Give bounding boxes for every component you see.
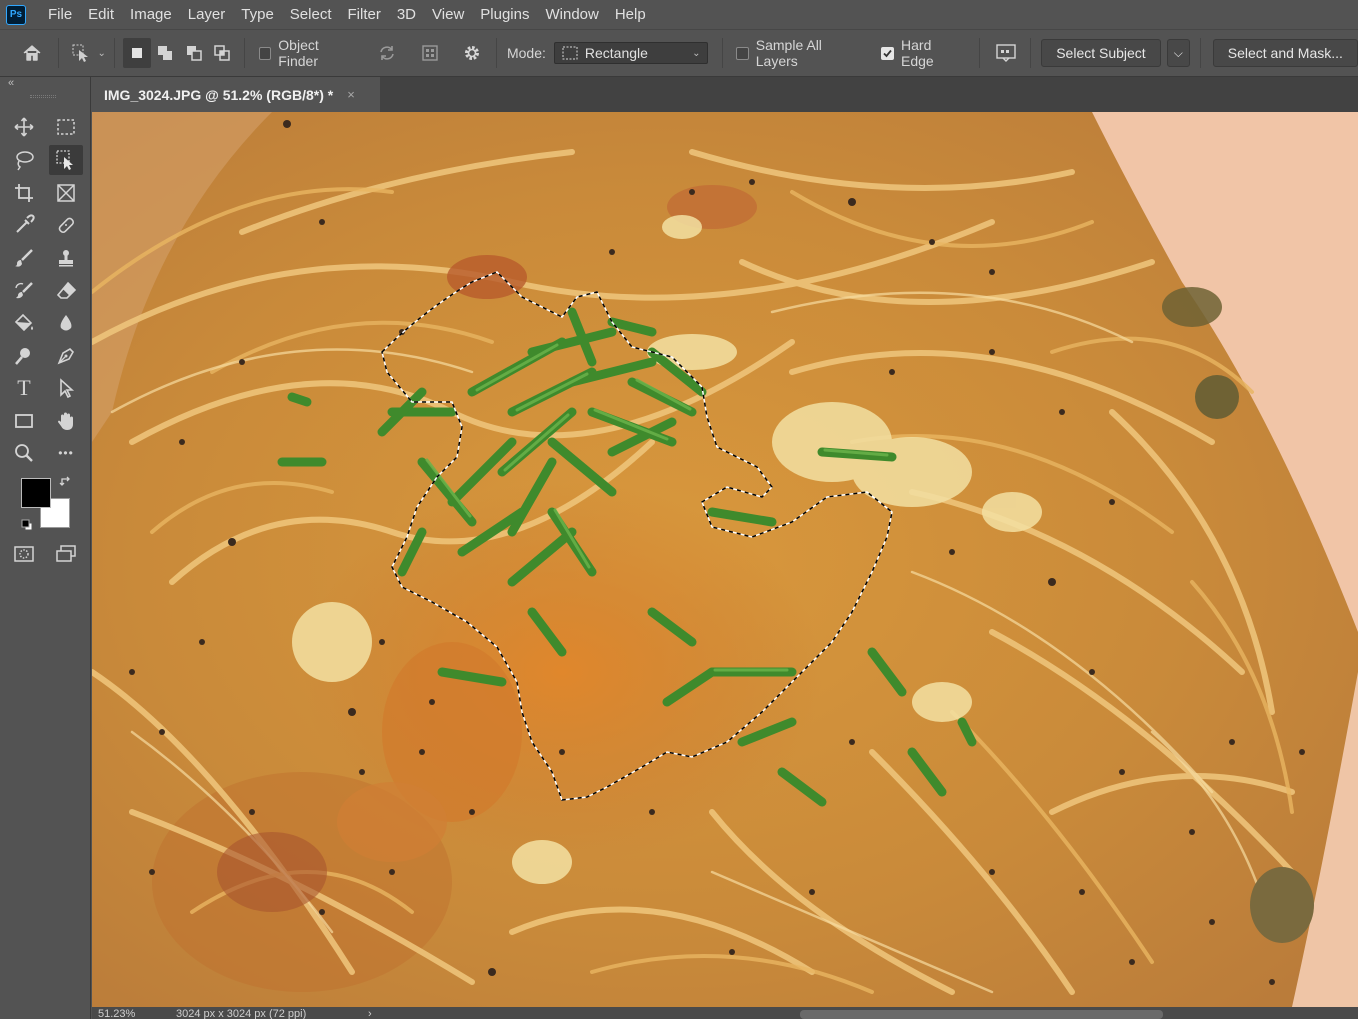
menu-type[interactable]: Type bbox=[233, 0, 282, 29]
menu-plugins[interactable]: Plugins bbox=[472, 0, 537, 29]
rectangle-tool-icon[interactable] bbox=[7, 406, 41, 436]
object-finder-box[interactable] bbox=[258, 46, 272, 60]
menu-window[interactable]: Window bbox=[537, 0, 606, 29]
status-bar: 51.23% 3024 px x 3024 px (72 ppi) › bbox=[92, 1007, 1358, 1019]
mode-dropdown[interactable]: Rectangle ⌄ bbox=[553, 42, 708, 64]
preset-chevron-icon[interactable]: ⌄ bbox=[98, 48, 106, 59]
sample-all-layers-box[interactable] bbox=[736, 46, 749, 60]
eyedropper-tool-icon[interactable] bbox=[7, 210, 41, 240]
photoshop-logo[interactable]: Ps bbox=[6, 4, 26, 25]
frame-tool-icon[interactable] bbox=[49, 178, 83, 208]
refresh-icon[interactable] bbox=[373, 38, 401, 68]
menu-image[interactable]: Image bbox=[122, 0, 180, 29]
rectangle-mode-icon bbox=[562, 46, 578, 60]
menu-select[interactable]: Select bbox=[282, 0, 340, 29]
screen-mode-icon[interactable] bbox=[49, 539, 83, 569]
tool-preset-picker-icon[interactable] bbox=[67, 38, 95, 68]
default-colors-icon[interactable] bbox=[20, 518, 34, 532]
menu-3d[interactable]: 3D bbox=[389, 0, 424, 29]
subtract-from-selection-icon[interactable] bbox=[179, 38, 207, 68]
document-tab-title: IMG_3024.JPG @ 51.2% (RGB/8*) * bbox=[104, 86, 334, 103]
type-tool-icon[interactable]: T bbox=[7, 373, 41, 403]
tools-panel: « T ••• bbox=[0, 77, 91, 1019]
more-tools-icon[interactable]: ••• bbox=[49, 438, 83, 468]
document-tab-bar: IMG_3024.JPG @ 51.2% (RGB/8*) * × bbox=[92, 77, 1358, 112]
foreground-color-swatch[interactable] bbox=[21, 478, 51, 508]
select-and-mask-button[interactable]: Select and Mask... bbox=[1212, 39, 1358, 67]
rectangular-marquee-tool-icon[interactable] bbox=[49, 112, 83, 142]
clone-stamp-tool-icon[interactable] bbox=[49, 243, 83, 273]
sample-all-layers-label: Sample All Layers bbox=[755, 37, 822, 69]
photo-spaghetti-image bbox=[92, 112, 1358, 1007]
document-tab[interactable]: IMG_3024.JPG @ 51.2% (RGB/8*) * × bbox=[92, 77, 380, 112]
object-finder-label: Object Finder bbox=[278, 37, 319, 69]
settings-gear-icon[interactable] bbox=[458, 38, 486, 68]
crop-tool-icon[interactable] bbox=[7, 178, 41, 208]
hand-tool-icon[interactable] bbox=[49, 406, 83, 436]
new-selection-icon[interactable] bbox=[122, 38, 152, 68]
object-finder-checkbox[interactable]: Object Finder bbox=[253, 37, 363, 69]
eraser-tool-icon[interactable] bbox=[49, 276, 83, 306]
dodge-tool-icon[interactable] bbox=[7, 341, 41, 371]
close-tab-icon[interactable]: × bbox=[347, 87, 355, 102]
document-info: 3024 px x 3024 px (72 ppi) bbox=[176, 1008, 307, 1019]
move-tool-icon[interactable] bbox=[7, 112, 41, 142]
mode-chevron-icon: ⌄ bbox=[692, 47, 701, 59]
paint-bucket-tool-icon[interactable] bbox=[7, 308, 41, 338]
menu-file[interactable]: File bbox=[40, 0, 80, 29]
horizontal-scrollbar[interactable] bbox=[800, 1010, 1163, 1019]
collapse-panel-icon[interactable]: « bbox=[8, 77, 14, 89]
history-brush-tool-icon[interactable] bbox=[7, 276, 41, 306]
status-menu-arrow-icon[interactable]: › bbox=[368, 1007, 372, 1019]
object-selection-tool-icon[interactable] bbox=[49, 145, 83, 175]
select-subject-button[interactable]: Select Subject bbox=[1041, 39, 1161, 67]
show-all-objects-icon[interactable] bbox=[415, 38, 443, 68]
select-subject-dropdown[interactable]: ⌵ bbox=[1166, 39, 1190, 67]
options-bar: ⌄ Object Finder Mode: Rectangle ⌄ Sample… bbox=[0, 29, 1358, 77]
hard-edge-checkbox[interactable]: Hard Edge bbox=[875, 37, 969, 69]
menu-help[interactable]: Help bbox=[607, 0, 654, 29]
home-icon[interactable] bbox=[18, 38, 46, 68]
document-canvas[interactable] bbox=[92, 112, 1358, 1007]
path-selection-tool-icon[interactable] bbox=[49, 373, 83, 403]
zoom-level[interactable]: 51.23% bbox=[98, 1007, 135, 1019]
checkmark-icon bbox=[883, 49, 892, 57]
mode-value: Rectangle bbox=[584, 45, 648, 61]
menu-view[interactable]: View bbox=[424, 0, 472, 29]
select-subject-feedback-icon[interactable] bbox=[992, 38, 1020, 68]
blur-tool-icon[interactable] bbox=[49, 308, 83, 338]
brush-tool-icon[interactable] bbox=[7, 243, 41, 273]
hard-edge-box[interactable] bbox=[881, 46, 895, 60]
menu-filter[interactable]: Filter bbox=[340, 0, 389, 29]
quick-mask-icon[interactable] bbox=[7, 539, 41, 569]
lasso-tool-icon[interactable] bbox=[7, 145, 41, 175]
panel-grip[interactable] bbox=[30, 95, 56, 98]
sample-all-layers-checkbox[interactable]: Sample All Layers bbox=[730, 37, 867, 69]
chevron-down-icon: ⌵ bbox=[1173, 45, 1183, 60]
mode-label: Mode: bbox=[506, 45, 546, 61]
hard-edge-label: Hard Edge bbox=[901, 37, 934, 69]
healing-brush-tool-icon[interactable] bbox=[49, 210, 83, 240]
menu-edit[interactable]: Edit bbox=[80, 0, 122, 29]
menu-bar: Ps File Edit Image Layer Type Select Fil… bbox=[0, 0, 1358, 29]
swap-colors-icon[interactable] bbox=[59, 475, 73, 489]
pen-tool-icon[interactable] bbox=[49, 341, 83, 371]
menu-layer[interactable]: Layer bbox=[180, 0, 234, 29]
zoom-tool-icon[interactable] bbox=[7, 438, 41, 468]
intersect-selection-icon[interactable] bbox=[208, 38, 236, 68]
add-to-selection-icon[interactable] bbox=[151, 38, 179, 68]
